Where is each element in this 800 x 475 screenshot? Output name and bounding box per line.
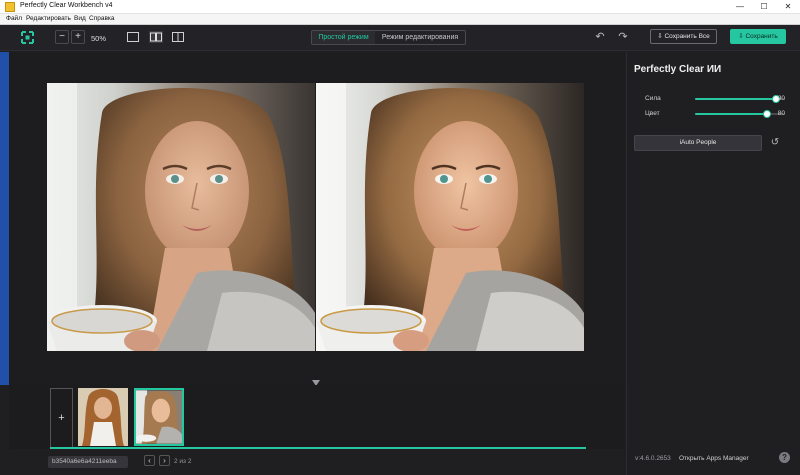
next-image-button[interactable]: ›: [159, 455, 170, 466]
redo-icon[interactable]: ↷: [617, 31, 629, 43]
previous-image-button[interactable]: ‹: [144, 455, 155, 466]
add-image-button[interactable]: +: [50, 388, 73, 448]
open-apps-manager-link[interactable]: Открыть Apps Manager: [679, 455, 749, 462]
zoom-level: 50%: [91, 34, 107, 43]
color-label: Цвет: [645, 110, 660, 117]
right-panel: Perfectly Clear ИИ Сила 90 Цвет 80 iAuto…: [626, 52, 800, 475]
original-photo[interactable]: [47, 83, 315, 351]
iauto-people-button[interactable]: iAuto People: [634, 135, 762, 151]
strength-value: 90: [777, 95, 785, 102]
perfectly-clear-logo-icon[interactable]: [21, 31, 34, 44]
strength-label: Сила: [645, 95, 661, 102]
save-all-label: Сохранить Все: [664, 33, 710, 40]
save-label: Сохранить: [745, 33, 778, 40]
close-button[interactable]: ✕: [776, 0, 800, 14]
zoom-out-button[interactable]: −: [55, 30, 69, 44]
color-value: 80: [777, 110, 785, 117]
thumbnail-1[interactable]: [78, 388, 128, 446]
undo-icon[interactable]: ↶: [594, 31, 606, 43]
color-slider-handle[interactable]: [763, 110, 771, 118]
save-button[interactable]: ⇩ Сохранить: [730, 29, 786, 44]
color-slider-fill: [695, 113, 767, 115]
zoom-in-button[interactable]: +: [71, 30, 85, 44]
strength-slider-fill: [695, 98, 776, 100]
mode-switch: Простой режим Режим редактирования: [311, 30, 466, 45]
thumbnail-2-selected[interactable]: [134, 388, 184, 446]
simple-mode-tab[interactable]: Простой режим: [312, 31, 375, 44]
status-bar: b3540a6e6a4211eeba ‹ › 2 из 2: [0, 449, 626, 475]
image-counter: 2 из 2: [174, 458, 192, 465]
enhanced-photo[interactable]: [316, 83, 584, 351]
app-window: Perfectly Clear Workbench v4 — ☐ ✕ Файл …: [0, 0, 800, 475]
preview-area: [9, 52, 625, 386]
single-view-icon[interactable]: [127, 32, 139, 42]
version-label: v:4.6.0.2653: [635, 455, 671, 462]
side-by-side-view-icon[interactable]: [149, 31, 163, 43]
reset-icon[interactable]: ↺: [769, 137, 781, 149]
menu-help[interactable]: Справка: [89, 15, 115, 22]
edit-mode-tab[interactable]: Режим редактирования: [375, 31, 465, 44]
menu-bar: Файл Редактировать Вид Справка: [0, 14, 800, 25]
menu-view[interactable]: Вид: [74, 15, 86, 22]
strength-slider[interactable]: [695, 95, 785, 103]
minimize-button[interactable]: —: [728, 0, 752, 14]
panel-title: Perfectly Clear ИИ: [634, 64, 722, 75]
help-icon[interactable]: ?: [779, 452, 790, 463]
filename-label: b3540a6e6a4211eeba: [48, 456, 128, 468]
app-icon: [5, 2, 15, 12]
toolbar: − + 50% Простой режим Режим редактирован…: [0, 25, 800, 51]
maximize-button[interactable]: ☐: [752, 0, 776, 14]
filmstrip: +: [9, 385, 625, 449]
menu-edit[interactable]: Редактировать: [26, 15, 71, 22]
title-bar: Perfectly Clear Workbench v4 — ☐ ✕: [0, 0, 800, 14]
split-view-icon[interactable]: [172, 32, 184, 42]
menu-file[interactable]: Файл: [6, 15, 22, 22]
color-slider[interactable]: [695, 110, 785, 118]
desktop-edge: [0, 52, 9, 385]
save-all-button[interactable]: ⇩ Сохранить Все: [650, 29, 717, 44]
window-title: Perfectly Clear Workbench v4: [20, 2, 113, 9]
